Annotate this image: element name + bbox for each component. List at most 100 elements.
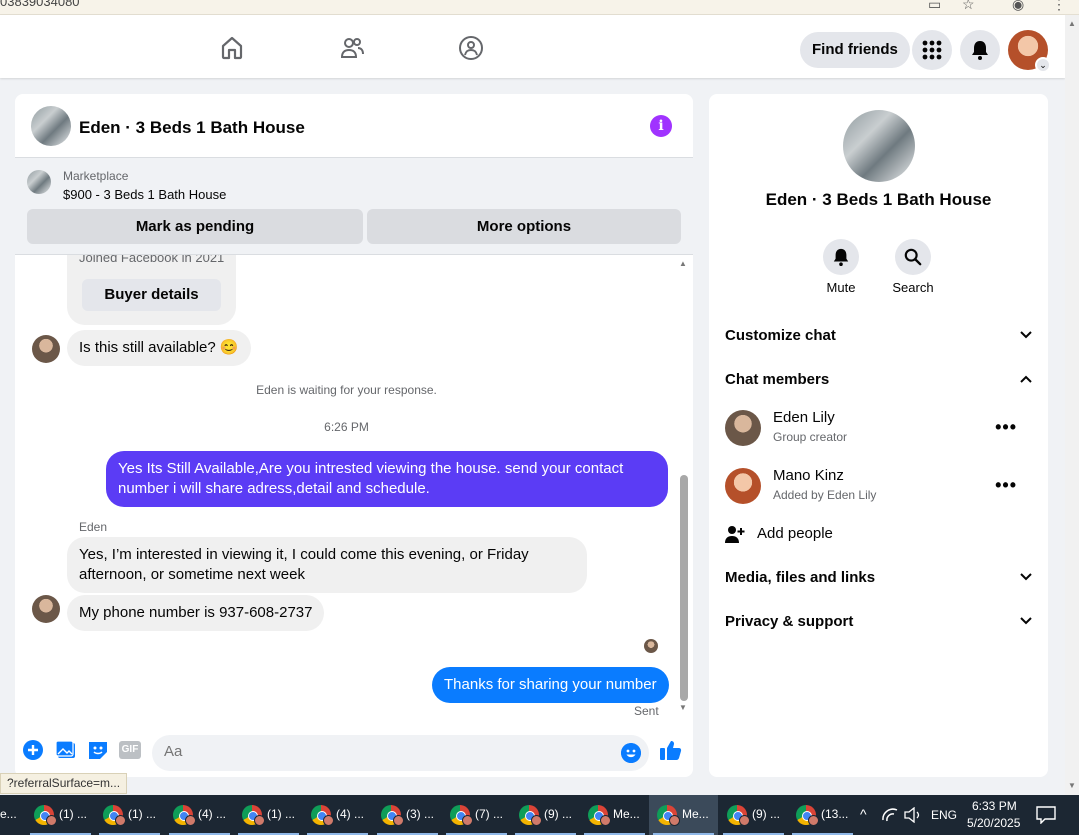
bookmark-star-icon[interactable]: ☆ <box>962 0 975 13</box>
chat-avatar[interactable] <box>31 106 71 146</box>
profile-icon[interactable]: ◉ <box>1012 0 1024 13</box>
customize-chat-label: Customize chat <box>725 327 836 344</box>
groups-icon[interactable] <box>458 35 484 61</box>
taskbar-item[interactable]: (13... <box>788 795 857 835</box>
message-incoming[interactable]: My phone number is 937-608-2737 <box>67 595 325 631</box>
message-line: afternoon, or sometime next week <box>79 566 305 583</box>
message-outgoing[interactable]: Yes Its Still Available,Are you intreste… <box>106 451 668 507</box>
browser-url-text: 03839034080 <box>0 0 80 9</box>
taskbar-item[interactable]: (4) ... <box>303 795 372 835</box>
gif-icon[interactable]: GIF <box>119 741 141 759</box>
member-name[interactable]: Eden Lily <box>773 409 835 426</box>
scroll-up-arrow-icon[interactable]: ▲ <box>679 259 687 268</box>
taskbar-item[interactable]: Me... <box>580 795 649 835</box>
sticker-icon[interactable] <box>87 739 109 761</box>
mark-as-pending-button[interactable]: Mark as pending <box>27 209 363 244</box>
thumbs-up-icon[interactable] <box>659 738 683 762</box>
member-avatar[interactable] <box>725 410 761 446</box>
profile-badge-icon <box>669 815 680 826</box>
message-thread[interactable]: Joined Facebook in 2021 Buyer details Is… <box>15 255 693 725</box>
taskbar-item-label: (13... <box>821 807 849 821</box>
photo-icon[interactable] <box>55 739 77 761</box>
cast-icon[interactable]: ▭ <box>928 0 941 13</box>
taskbar-item-label: (3) ... <box>406 807 435 821</box>
thread-scrollbar[interactable]: ▲ ▼ <box>679 255 689 725</box>
taskbar-item[interactable]: (1) ... <box>234 795 303 835</box>
listing-thumbnail[interactable] <box>27 170 51 194</box>
scroll-thumb[interactable] <box>680 475 688 701</box>
message-incoming[interactable]: Is this still available? 😊 <box>67 330 251 366</box>
mute-button[interactable] <box>823 239 859 275</box>
add-person-icon <box>725 526 745 543</box>
sender-avatar[interactable] <box>32 335 60 363</box>
chat-title[interactable]: Eden · 3 Beds 1 Bath House <box>79 118 305 138</box>
taskbar-item[interactable]: (1) ... <box>95 795 164 835</box>
notification-center-icon[interactable] <box>1036 806 1056 824</box>
taskbar-item[interactable]: (4) ... <box>165 795 234 835</box>
find-friends-button[interactable]: Find friends <box>800 32 910 68</box>
taskbar-item[interactable]: (3) ... <box>373 795 442 835</box>
sender-avatar[interactable] <box>32 595 60 623</box>
taskbar-item[interactable]: Me... <box>649 795 718 835</box>
chevron-down-icon <box>1020 573 1032 581</box>
listing-title[interactable]: $900 - 3 Beds 1 Bath House <box>63 187 226 202</box>
windows-taskbar: e... (1) ... (1) ... (4) ... (1) ... (4) ...… <box>0 795 1079 835</box>
buyer-details-button[interactable]: Buyer details <box>82 279 221 311</box>
chevron-down-icon <box>1020 617 1032 625</box>
profile-badge-icon <box>739 815 750 826</box>
taskbar-item-label: (9) ... <box>544 807 573 821</box>
search-button[interactable] <box>895 239 931 275</box>
member-avatar[interactable] <box>725 468 761 504</box>
more-options-icon[interactable]: ••• <box>995 417 1017 438</box>
privacy-support-row[interactable]: Privacy & support <box>725 608 1033 636</box>
window-scrollbar[interactable]: ▲ ▼ <box>1065 15 1079 795</box>
taskbar-item-label: (7) ... <box>475 807 504 821</box>
chevron-up-icon[interactable]: ^ <box>860 806 867 822</box>
browser-menu-icon[interactable]: ⋮ <box>1052 0 1066 13</box>
more-options-icon[interactable]: ••• <box>995 475 1017 496</box>
member-name[interactable]: Mano Kinz <box>773 467 844 484</box>
customize-chat-row[interactable]: Customize chat <box>725 322 1033 350</box>
message-line: number i will share adress,detail and sc… <box>118 480 430 497</box>
sent-status: Sent <box>634 704 659 718</box>
read-receipt-avatar <box>644 639 658 653</box>
clock-date[interactable]: 5/20/2025 <box>967 816 1020 830</box>
taskbar-item[interactable]: (1) ... <box>26 795 95 835</box>
message-outgoing[interactable]: Thanks for sharing your number <box>432 667 669 703</box>
more-options-button[interactable]: More options <box>367 209 681 244</box>
message-incoming[interactable]: Yes, I’m interested in viewing it, I cou… <box>67 537 587 593</box>
volume-icon[interactable] <box>904 807 922 823</box>
menu-button[interactable] <box>912 30 952 70</box>
emoji-icon[interactable] <box>621 743 641 763</box>
clock-time[interactable]: 6:33 PM <box>972 799 1017 813</box>
taskbar-item[interactable]: (9) ... <box>511 795 580 835</box>
message-input-wrapper[interactable] <box>152 735 649 771</box>
scroll-down-arrow-icon[interactable]: ▼ <box>679 703 687 712</box>
group-avatar[interactable] <box>843 110 915 182</box>
taskbar-item[interactable]: (7) ... <box>442 795 511 835</box>
account-avatar[interactable]: ⌄ <box>1008 30 1051 73</box>
scroll-up-arrow-icon[interactable]: ▲ <box>1068 19 1076 28</box>
chat-members-row[interactable]: Chat members <box>725 366 1033 394</box>
add-people-row[interactable]: Add people <box>725 520 1033 548</box>
grid-menu-icon <box>922 40 942 60</box>
notifications-button[interactable] <box>960 30 1000 70</box>
taskbar-item[interactable]: (9) ... <box>719 795 788 835</box>
info-icon[interactable]: i <box>650 115 672 137</box>
member-row[interactable]: Mano Kinz Added by Eden Lily ••• <box>725 465 1033 509</box>
scroll-down-arrow-icon[interactable]: ▼ <box>1068 781 1076 790</box>
message-input[interactable] <box>164 743 604 760</box>
waiting-notice: Eden is waiting for your response. <box>256 383 437 397</box>
profile-badge-icon <box>462 815 473 826</box>
language-indicator[interactable]: ENG <box>931 808 957 822</box>
search-label: Search <box>892 280 934 295</box>
taskbar-item-partial[interactable]: e... <box>0 807 17 821</box>
member-row[interactable]: Eden Lily Group creator ••• <box>725 407 1033 451</box>
plus-icon[interactable] <box>22 739 44 761</box>
network-icon[interactable] <box>882 807 898 823</box>
profile-badge-icon <box>46 815 57 826</box>
media-files-row[interactable]: Media, files and links <box>725 564 1033 592</box>
home-icon[interactable] <box>219 35 245 61</box>
friends-icon[interactable] <box>339 35 365 61</box>
buyer-card: Joined Facebook in 2021 Buyer details <box>67 255 236 325</box>
